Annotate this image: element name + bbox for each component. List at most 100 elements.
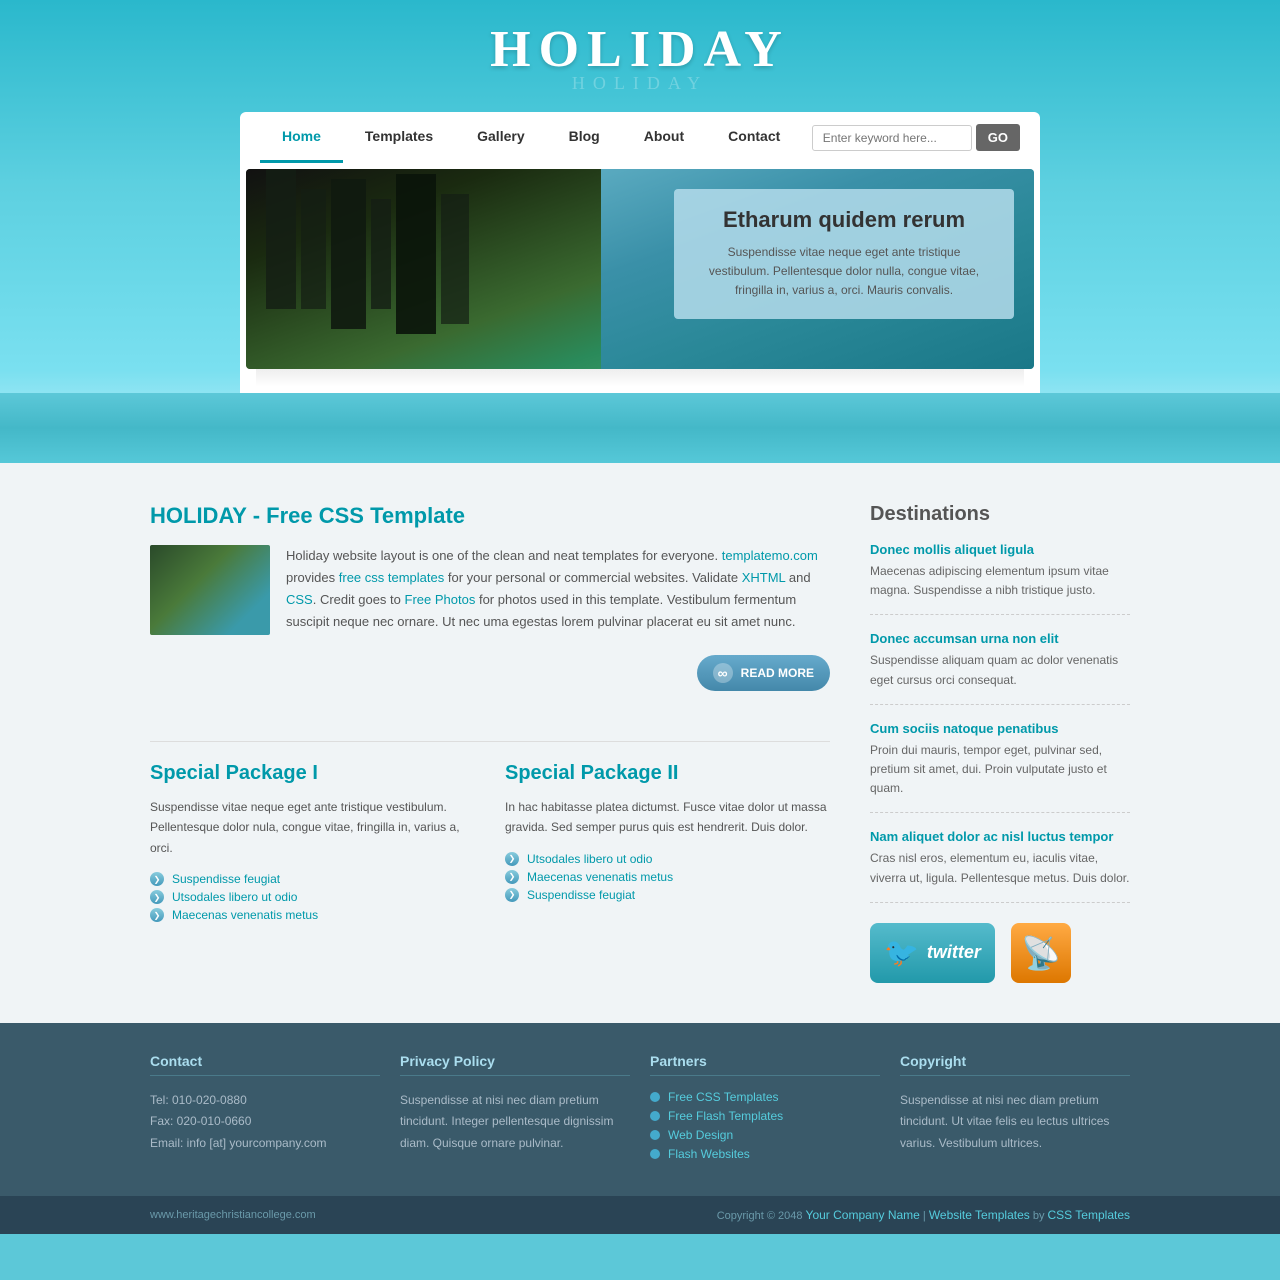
footer-copyright-symbol: Copyright © 2048 <box>717 1210 803 1222</box>
nav-bar: Home Templates Gallery Blog About Contac… <box>240 112 1040 163</box>
pkg1-link-1-text[interactable]: Suspendisse feugiat <box>172 872 280 886</box>
link-css[interactable]: CSS <box>286 592 313 607</box>
pkg1-link-1[interactable]: Suspendisse feugiat <box>150 872 475 886</box>
package-2: Special Package II In hac habitasse plat… <box>505 762 830 926</box>
social-icons: 🐦 twitter 📡 <box>870 923 1130 983</box>
footer-css-link[interactable]: CSS Templates <box>1048 1208 1130 1222</box>
dest-item-1-title[interactable]: Donec mollis aliquet ligula <box>870 542 1130 557</box>
footer-contact-text: Tel: 010-020-0880 Fax: 020-010-0660 Emai… <box>150 1090 380 1155</box>
footer-link-1: Free CSS Templates <box>650 1090 880 1104</box>
link-web-design[interactable]: Web Design <box>668 1128 733 1142</box>
package-2-title: Special Package II <box>505 762 830 785</box>
site-title: HOLIDAY <box>0 20 1280 79</box>
rss-icon: 📡 <box>1021 934 1061 972</box>
search-input[interactable] <box>812 125 972 151</box>
footer-tel: Tel: 010-020-0880 <box>150 1093 247 1107</box>
pkg1-link-3-text[interactable]: Maecenas venenatis metus <box>172 908 318 922</box>
footer-url: www.heritagechristiancollege.com <box>150 1209 316 1221</box>
pkg-bullet <box>150 890 164 904</box>
footer-link-2: Free Flash Templates <box>650 1109 880 1123</box>
dest-item-3-title[interactable]: Cum sociis natoque penatibus <box>870 721 1130 736</box>
package-1-links: Suspendisse feugiat Utsodales libero ut … <box>150 872 475 922</box>
dest-item-1-text: Maecenas adipiscing elementum ipsum vita… <box>870 562 1130 600</box>
footer-copyright-text: Suspendisse at nisi nec diam pretium tin… <box>900 1090 1130 1155</box>
footer-bar-inner: www.heritagechristiancollege.com Copyrig… <box>150 1208 1130 1222</box>
packages-section: Special Package I Suspendisse vitae nequ… <box>150 762 830 926</box>
package-1-text: Suspendisse vitae neque eget ante tristi… <box>150 797 475 858</box>
footer-privacy: Privacy Policy Suspendisse at nisi nec d… <box>400 1053 630 1166</box>
link-free-css[interactable]: free css templates <box>339 570 445 585</box>
pkg-bullet <box>150 872 164 886</box>
nav-about[interactable]: About <box>622 112 706 163</box>
link-flash-websites[interactable]: Flash Websites <box>668 1147 750 1161</box>
pkg2-link-1[interactable]: Utsodales libero ut odio <box>505 852 830 866</box>
link-free-flash-templates[interactable]: Free Flash Templates <box>668 1109 783 1123</box>
link-xhtml[interactable]: XHTML <box>742 570 786 585</box>
content-left: HOLIDAY - Free CSS Template Holiday webs… <box>150 503 830 983</box>
nav-gallery[interactable]: Gallery <box>455 112 546 163</box>
hero-shadow <box>256 369 1024 387</box>
footer-link-3: Web Design <box>650 1128 880 1142</box>
footer-email: Email: info [at] yourcompany.com <box>150 1136 327 1150</box>
footer-bar: www.heritagechristiancollege.com Copyrig… <box>0 1196 1280 1234</box>
nav-blog[interactable]: Blog <box>547 112 622 163</box>
dest-item-2: Donec accumsan urna non elit Suspendisse… <box>870 631 1130 704</box>
footer-bullet <box>650 1092 660 1102</box>
twitter-icon: 🐦 <box>884 936 919 969</box>
read-more-button[interactable]: ∞ READ MORE <box>697 655 830 691</box>
footer-privacy-text: Suspendisse at nisi nec diam pretium tin… <box>400 1090 630 1155</box>
package-1: Special Package I Suspendisse vitae nequ… <box>150 762 475 926</box>
footer-by: by <box>1033 1210 1045 1222</box>
footer-inner: Contact Tel: 010-020-0880 Fax: 020-010-0… <box>150 1053 1130 1196</box>
search-form: GO <box>812 124 1020 151</box>
dest-item-4-title[interactable]: Nam aliquet dolor ac nisl luctus tempor <box>870 829 1130 844</box>
read-more-label: READ MORE <box>741 666 814 680</box>
article-divider <box>150 741 830 742</box>
search-button[interactable]: GO <box>976 124 1020 151</box>
footer-templates-link[interactable]: Website Templates <box>929 1208 1030 1222</box>
pkg2-link-2[interactable]: Maecenas venenatis metus <box>505 870 830 884</box>
article-image <box>150 545 270 635</box>
footer-partners: Partners Free CSS Templates Free Flash T… <box>650 1053 880 1166</box>
dest-item-4: Nam aliquet dolor ac nisl luctus tempor … <box>870 829 1130 902</box>
dest-item-3-text: Proin dui mauris, tempor eget, pulvinar … <box>870 741 1130 799</box>
pkg1-link-3[interactable]: Maecenas venenatis metus <box>150 908 475 922</box>
article-text: Holiday website layout is one of the cle… <box>286 545 830 635</box>
article-body: Holiday website layout is one of the cle… <box>150 545 830 635</box>
footer-partners-links: Free CSS Templates Free Flash Templates … <box>650 1090 880 1161</box>
nav-contact[interactable]: Contact <box>706 112 802 163</box>
hero-title: Etharum quidem rerum <box>696 207 992 233</box>
hero-banner: Etharum quidem rerum Suspendisse vitae n… <box>240 163 1040 393</box>
footer-bullet <box>650 1111 660 1121</box>
article-title: HOLIDAY - Free CSS Template <box>150 503 830 529</box>
footer-copyright-bar: Copyright © 2048 Your Company Name | Web… <box>717 1208 1130 1222</box>
rss-badge[interactable]: 📡 <box>1011 923 1071 983</box>
pkg2-link-2-text[interactable]: Maecenas venenatis metus <box>527 870 673 884</box>
pkg1-link-2-text[interactable]: Utsodales libero ut odio <box>172 890 297 904</box>
footer-fax: Fax: 020-010-0660 <box>150 1114 251 1128</box>
package-2-links: Utsodales libero ut odio Maecenas venena… <box>505 852 830 902</box>
link-photos[interactable]: Free Photos <box>405 592 476 607</box>
footer-contact-title: Contact <box>150 1053 380 1076</box>
pkg2-link-1-text[interactable]: Utsodales libero ut odio <box>527 852 652 866</box>
nav-templates[interactable]: Templates <box>343 112 455 163</box>
footer-bullet <box>650 1130 660 1140</box>
destinations-title: Destinations <box>870 503 1130 526</box>
link-templatemo[interactable]: templatemo.com <box>722 548 818 563</box>
main-content: HOLIDAY - Free CSS Template Holiday webs… <box>0 463 1280 1023</box>
footer-company-link[interactable]: Your Company Name <box>806 1208 920 1222</box>
pkg-bullet <box>505 870 519 884</box>
link-free-css-templates[interactable]: Free CSS Templates <box>668 1090 779 1104</box>
pkg2-link-3[interactable]: Suspendisse feugiat <box>505 888 830 902</box>
dest-item-2-title[interactable]: Donec accumsan urna non elit <box>870 631 1130 646</box>
dest-item-3: Cum sociis natoque penatibus Proin dui m… <box>870 721 1130 814</box>
pkg1-link-2[interactable]: Utsodales libero ut odio <box>150 890 475 904</box>
pkg2-link-3-text[interactable]: Suspendisse feugiat <box>527 888 635 902</box>
dest-item-4-text: Cras nisl eros, elementum eu, iaculis vi… <box>870 849 1130 887</box>
twitter-label: twitter <box>927 942 981 963</box>
package-2-text: In hac habitasse platea dictumst. Fusce … <box>505 797 830 838</box>
package-1-title: Special Package I <box>150 762 475 785</box>
twitter-badge[interactable]: 🐦 twitter <box>870 923 995 983</box>
pkg-bullet <box>505 852 519 866</box>
nav-home[interactable]: Home <box>260 112 343 163</box>
